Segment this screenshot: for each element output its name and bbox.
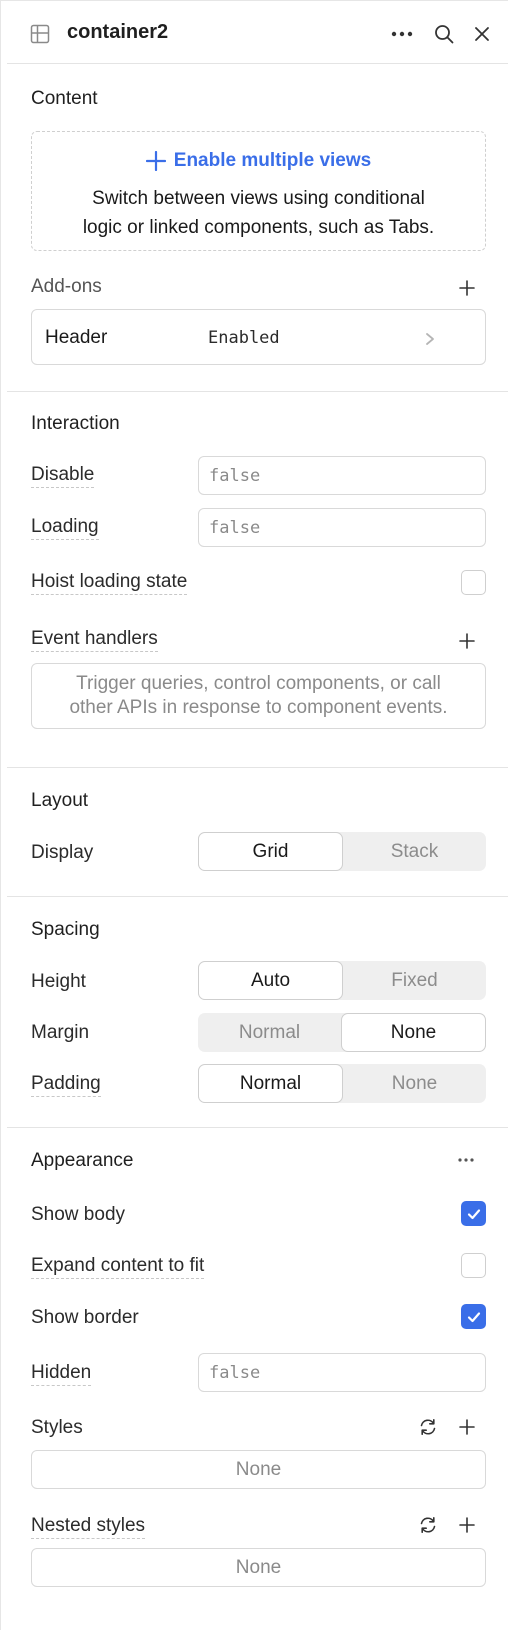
hidden-label: Hidden bbox=[31, 1362, 92, 1386]
add-addon-plus-icon[interactable] bbox=[454, 275, 480, 301]
expand-content-checkbox[interactable] bbox=[461, 1253, 486, 1278]
padding-label: Padding bbox=[31, 1073, 101, 1097]
display-option-grid[interactable]: Grid bbox=[198, 832, 343, 871]
styles-box[interactable]: None bbox=[31, 1450, 486, 1489]
loading-input[interactable]: false bbox=[198, 508, 486, 547]
section-divider bbox=[7, 767, 508, 768]
check-icon bbox=[467, 1208, 480, 1219]
refresh-icon[interactable] bbox=[418, 1417, 438, 1443]
more-horizontal-icon[interactable] bbox=[389, 21, 415, 47]
component-name[interactable]: container2 bbox=[67, 21, 168, 44]
nested-styles-label: Nested styles bbox=[31, 1515, 146, 1539]
expand-content-label: Expand content to fit bbox=[31, 1255, 205, 1279]
hint-line: other APIs in response to component even… bbox=[69, 697, 448, 718]
hoist-loading-checkbox[interactable] bbox=[461, 570, 486, 595]
header-divider bbox=[7, 63, 508, 64]
disable-input[interactable]: false bbox=[198, 456, 486, 495]
plus-icon bbox=[145, 151, 166, 171]
section-title-layout: Layout bbox=[31, 790, 89, 811]
enable-multiple-views-button[interactable]: Enable multiple views bbox=[32, 150, 485, 172]
section-title-interaction: Interaction bbox=[31, 413, 120, 434]
padding-option-normal[interactable]: Normal bbox=[198, 1064, 343, 1103]
refresh-icon[interactable] bbox=[418, 1515, 438, 1541]
show-body-label: Show body bbox=[31, 1204, 126, 1225]
addon-header-row[interactable]: Header Enabled bbox=[31, 309, 486, 365]
height-option-fixed[interactable]: Fixed bbox=[343, 961, 486, 1000]
chevron-right-icon bbox=[425, 330, 435, 352]
disable-label: Disable bbox=[31, 464, 95, 488]
margin-option-normal[interactable]: Normal bbox=[198, 1013, 341, 1052]
margin-segmented-control: Normal None bbox=[198, 1013, 486, 1052]
event-handlers-label: Event handlers bbox=[31, 628, 158, 652]
grid-icon bbox=[27, 21, 53, 47]
description-line: logic or linked components, such as Tabs… bbox=[82, 217, 435, 238]
addons-label: Add-ons bbox=[31, 276, 102, 297]
inspector-panel: container2 Content Enable multiple views… bbox=[0, 0, 508, 1630]
loading-label: Loading bbox=[31, 516, 99, 540]
section-title-content: Content bbox=[31, 88, 98, 109]
hint-line: Trigger queries, control components, or … bbox=[76, 673, 441, 694]
search-icon[interactable] bbox=[431, 21, 457, 47]
margin-label: Margin bbox=[31, 1022, 90, 1043]
display-option-stack[interactable]: Stack bbox=[343, 832, 486, 871]
height-option-auto[interactable]: Auto bbox=[198, 961, 343, 1000]
display-segmented-control: Grid Stack bbox=[198, 832, 486, 871]
enable-views-label: Enable multiple views bbox=[173, 150, 372, 171]
add-nested-style-plus-icon[interactable] bbox=[454, 1512, 480, 1538]
section-title-appearance: Appearance bbox=[31, 1150, 134, 1171]
appearance-more-icon[interactable] bbox=[457, 1151, 475, 1175]
height-segmented-control: Auto Fixed bbox=[198, 961, 486, 1000]
padding-segmented-control: Normal None bbox=[198, 1064, 486, 1103]
height-label: Height bbox=[31, 971, 86, 992]
addon-header-label: Header bbox=[45, 327, 108, 348]
description-line: Switch between views using conditional bbox=[92, 188, 425, 209]
add-event-handler-plus-icon[interactable] bbox=[454, 628, 480, 654]
hidden-input[interactable]: false bbox=[198, 1353, 486, 1392]
addon-header-value: Enabled bbox=[208, 328, 280, 348]
enable-views-box: Enable multiple views Switch between vie… bbox=[31, 131, 486, 251]
event-handlers-empty[interactable]: Trigger queries, control components, or … bbox=[31, 663, 486, 729]
section-divider bbox=[7, 391, 508, 392]
enable-views-description: Switch between views using conditional l… bbox=[32, 184, 485, 242]
hoist-loading-label: Hoist loading state bbox=[31, 571, 188, 595]
margin-option-none[interactable]: None bbox=[341, 1013, 486, 1052]
add-style-plus-icon[interactable] bbox=[454, 1414, 480, 1440]
padding-option-none[interactable]: None bbox=[343, 1064, 486, 1103]
nested-styles-box[interactable]: None bbox=[31, 1548, 486, 1587]
section-divider bbox=[7, 1127, 508, 1128]
show-border-checkbox[interactable] bbox=[461, 1304, 486, 1329]
section-divider bbox=[7, 896, 508, 897]
styles-label: Styles bbox=[31, 1417, 83, 1438]
show-border-label: Show border bbox=[31, 1307, 139, 1328]
check-icon bbox=[467, 1311, 480, 1322]
section-title-spacing: Spacing bbox=[31, 919, 100, 940]
close-icon[interactable] bbox=[469, 21, 495, 47]
display-label: Display bbox=[31, 842, 94, 863]
show-body-checkbox[interactable] bbox=[461, 1201, 486, 1226]
